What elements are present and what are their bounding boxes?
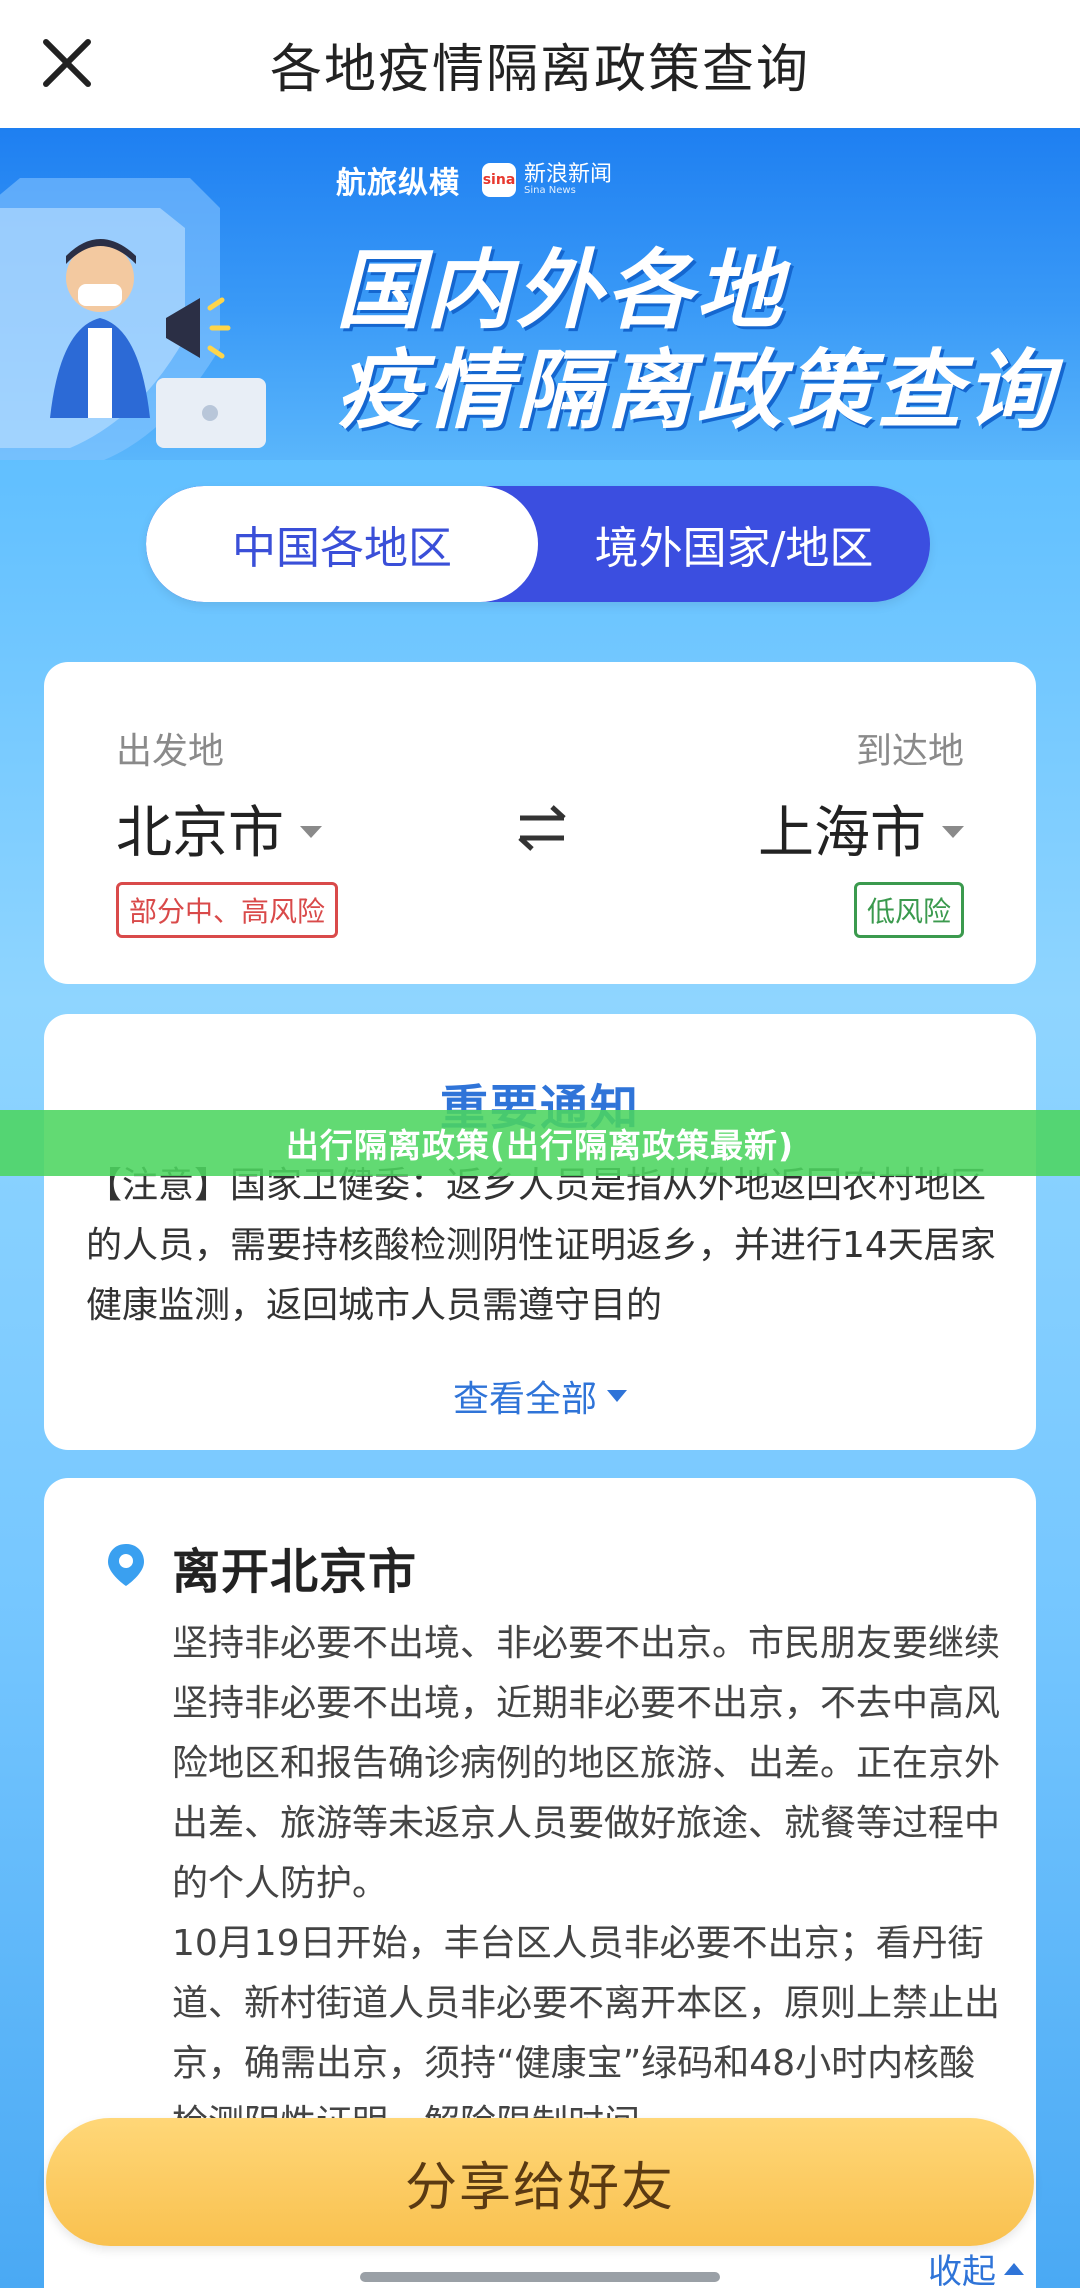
leave-section-title: 离开北京市 bbox=[172, 1544, 418, 1600]
triangle-up-icon bbox=[1004, 2262, 1024, 2275]
close-button[interactable] bbox=[34, 30, 100, 96]
airline-brand: 航旅纵横 bbox=[336, 166, 460, 201]
view-all-label: 查看全部 bbox=[452, 1379, 597, 1420]
chevron-down-icon bbox=[942, 825, 964, 838]
overlay-caption-bar: 出行隔离政策(出行隔离政策最新) bbox=[0, 1110, 1080, 1176]
brand-row: 航旅纵横 sina 新浪新闻 Sina News bbox=[336, 158, 612, 202]
view-all-link[interactable]: 查看全部 bbox=[44, 1370, 1036, 1422]
triangle-down-icon bbox=[607, 1390, 627, 1402]
share-to-friends-button[interactable]: 分享给好友 bbox=[46, 2118, 1034, 2246]
arrival-risk-badge: 低风险 bbox=[853, 882, 964, 938]
location-pin-icon bbox=[108, 1544, 144, 1586]
policy-paragraph: 坚持非必要不出境、非必要不出京。市民朋友要继续坚持非必要不出境，近期非必要不出京… bbox=[172, 1623, 1001, 1904]
route-card: 出发地 到达地 北京市 上海市 部分中、高风险 低风险 bbox=[44, 662, 1036, 984]
departure-risk-badge: 部分中、高风险 bbox=[116, 882, 339, 938]
arrival-city-select[interactable]: 上海市 bbox=[758, 788, 964, 869]
leave-section-body: 坚持非必要不出境、非必要不出京。市民朋友要继续坚持非必要不出境，近期非必要不出京… bbox=[172, 1614, 1002, 2154]
tab-china-regions[interactable]: 中国各地区 bbox=[146, 486, 538, 602]
collapse-label: 收起 bbox=[928, 2252, 996, 2288]
home-indicator[interactable] bbox=[360, 2272, 720, 2282]
page-title: 各地疫情隔离政策查询 bbox=[269, 39, 810, 100]
sina-brand-en: Sina News bbox=[524, 185, 576, 196]
notice-card: 重要通知 【注意】国家卫健委：返乡人员是指从外地返回农村地区的人员，需要持核酸检… bbox=[44, 1014, 1036, 1450]
arrival-label: 到达地 bbox=[855, 731, 964, 772]
tab-overseas-regions[interactable]: 境外国家/地区 bbox=[538, 486, 930, 602]
doctor-illustration-icon bbox=[0, 178, 266, 460]
hero-banner: 航旅纵横 sina 新浪新闻 Sina News 国内外各地 疫情隔离政策查询 bbox=[0, 128, 1080, 460]
banner-heading-line2: 疫情隔离政策查询 bbox=[336, 341, 1056, 441]
swap-arrows-icon[interactable] bbox=[514, 802, 570, 854]
region-tabs: 中国各地区 境外国家/地区 bbox=[146, 486, 930, 602]
close-icon bbox=[43, 39, 91, 87]
notice-text: 【注意】国家卫健委：返乡人员是指从外地返回农村地区的人员，需要持核酸检测阴性证明… bbox=[86, 1165, 996, 1326]
sina-logo-icon: sina bbox=[482, 163, 516, 197]
chevron-down-icon bbox=[300, 825, 322, 838]
departure-city-select[interactable]: 北京市 bbox=[116, 788, 322, 869]
top-nav-bar: 各地疫情隔离政策查询 bbox=[0, 0, 1080, 129]
sina-brand-cn: 新浪新闻 bbox=[524, 162, 613, 187]
collapse-link[interactable]: 收起 bbox=[928, 2244, 1024, 2288]
sina-news-brand: sina 新浪新闻 Sina News bbox=[482, 163, 612, 197]
arrival-city: 上海市 bbox=[758, 801, 926, 866]
departure-label: 出发地 bbox=[116, 731, 225, 772]
departure-city: 北京市 bbox=[116, 801, 284, 866]
page: 各地疫情隔离政策查询 航旅纵横 sina 新浪新闻 Sina News 国内外各… bbox=[0, 0, 1080, 2288]
